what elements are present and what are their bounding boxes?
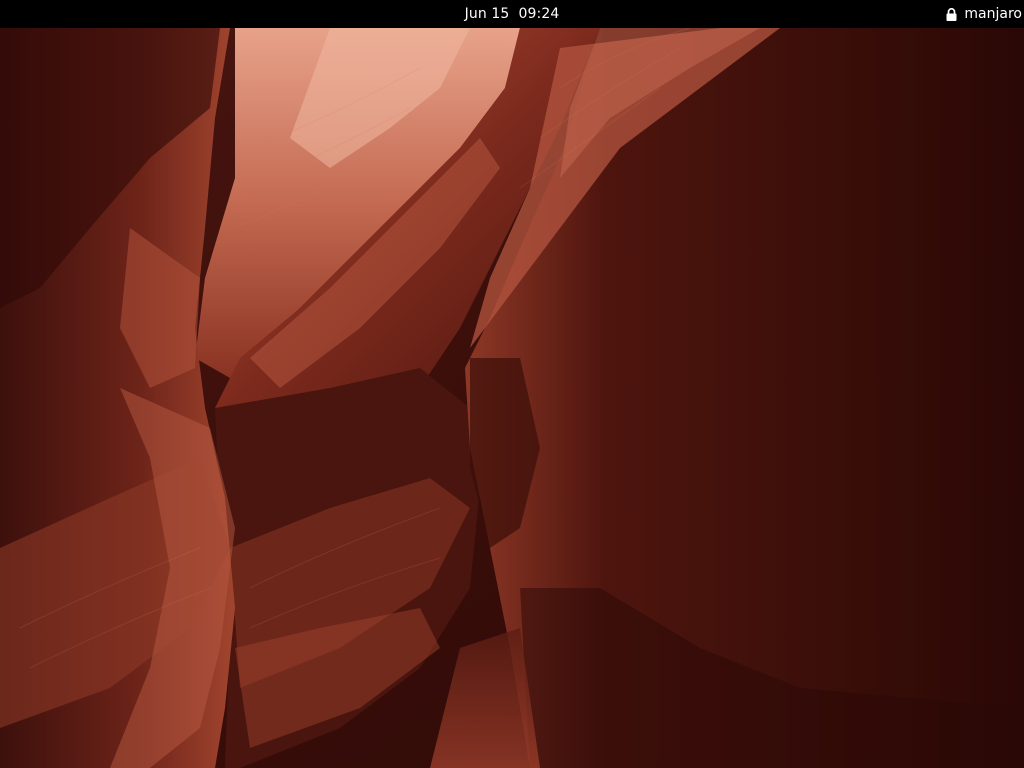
username-label: manjaro bbox=[964, 6, 1022, 22]
date-time-button[interactable]: Jun 15 09:24 bbox=[457, 0, 568, 28]
date-label: Jun 15 bbox=[464, 6, 510, 22]
system-status-area[interactable]: manjaro bbox=[946, 0, 1022, 28]
lock-icon bbox=[946, 7, 957, 21]
top-bar: Jun 15 09:24 manjaro bbox=[0, 0, 1024, 28]
time-label: 09:24 bbox=[518, 6, 560, 22]
wallpaper bbox=[0, 28, 1024, 768]
lock-screen: Jun 15 09:24 manjaro bbox=[0, 0, 1024, 768]
clock: Jun 15 09:24 bbox=[0, 0, 1024, 28]
